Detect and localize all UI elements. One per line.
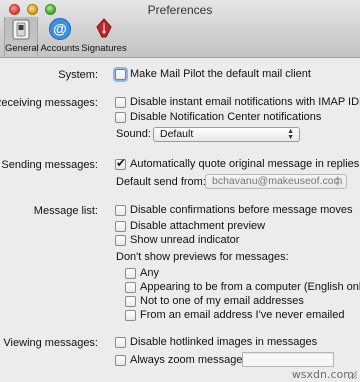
default-client-check[interactable] (115, 68, 126, 80)
disable-confirmations-label: Disable confirmations before message mov… (130, 204, 353, 216)
show-unread-check[interactable] (115, 234, 126, 246)
popup-arrows-icon: ▲ ▼ (287, 128, 294, 141)
zoom-input[interactable] (242, 352, 334, 367)
disable-confirmations-checkbox[interactable]: Disable confirmations before message mov… (115, 204, 353, 216)
svg-text:@: @ (53, 21, 67, 37)
default-send-value: bchavanu@makeuseof.com (212, 175, 343, 187)
show-unread-label: Show unread indicator (130, 234, 240, 246)
receiving-label: Receiving messages: (0, 97, 98, 109)
preview-any-label: Any (140, 267, 159, 279)
default-client-checkbox[interactable]: Make Mail Pilot the default mail client (115, 68, 311, 80)
notification-center-checkbox[interactable]: Disable Notification Center notification… (115, 111, 321, 123)
preview-not-mine-checkbox[interactable]: Not to one of my email addresses (125, 295, 304, 307)
disable-hotlinked-label: Disable hotlinked images in messages (130, 336, 318, 348)
disable-attachment-preview-label: Disable attachment preview (130, 220, 266, 232)
message-list-label: Message list: (33, 205, 98, 217)
always-zoom-label: Always zoom messages: (130, 354, 252, 366)
tab-general-label: General (5, 43, 39, 54)
sound-popup[interactable]: Default ▲ ▼ (153, 127, 300, 142)
default-send-popup[interactable]: bchavanu@makeuseof.com ▲ ▼ (205, 174, 347, 189)
disable-hotlinked-checkbox[interactable]: Disable hotlinked images in messages (115, 336, 317, 348)
pen-nib-icon (96, 18, 112, 38)
preview-computer-label: Appearing to be from a computer (English… (140, 281, 360, 293)
window-title: Preferences (147, 3, 213, 17)
general-switch-icon (12, 19, 30, 40)
preview-any-checkbox[interactable]: Any (125, 267, 159, 279)
disable-hotlinked-check[interactable] (115, 336, 126, 348)
quote-original-label: Automatically quote original message in … (130, 158, 360, 170)
quote-original-check[interactable] (115, 156, 126, 170)
viewing-label: Viewing messages: (3, 337, 98, 349)
sound-popup-value: Default (160, 128, 194, 140)
at-sign-icon: @ (49, 18, 71, 40)
preview-not-mine-check[interactable] (125, 295, 136, 307)
tab-general[interactable]: General (4, 17, 39, 56)
preview-any-check[interactable] (125, 267, 136, 279)
preview-never-emailed-label: From an email address I've never emailed (140, 309, 345, 321)
preview-never-emailed-checkbox[interactable]: From an email address I've never emailed (125, 309, 344, 321)
imap-idle-checkbox[interactable]: Disable instant email notifications with… (115, 96, 360, 108)
quote-original-checkbox[interactable]: Automatically quote original message in … (115, 156, 360, 170)
tab-signatures[interactable]: Signatures (81, 17, 127, 56)
sending-label: Sending messages: (1, 159, 98, 171)
preview-computer-check[interactable] (125, 281, 136, 293)
disable-attachment-preview-check[interactable] (115, 220, 126, 232)
preferences-window: Preferences General @ Accounts Signature… (0, 0, 360, 382)
notification-center-check[interactable] (115, 111, 126, 123)
imap-idle-check[interactable] (115, 96, 126, 108)
preview-not-mine-label: Not to one of my email addresses (140, 295, 304, 307)
watermark: wsxdn.com (291, 368, 354, 381)
imap-idle-label: Disable instant email notifications with… (130, 96, 360, 108)
previews-heading: Don't show previews for messages: (116, 251, 289, 263)
default-send-label: Default send from: (116, 176, 206, 188)
disable-attachment-preview-checkbox[interactable]: Disable attachment preview (115, 220, 265, 232)
preview-never-emailed-check[interactable] (125, 309, 136, 321)
title-bar: Preferences General @ Accounts Signature… (0, 0, 360, 58)
system-label: System: (58, 69, 98, 81)
sound-label: Sound: (116, 128, 151, 140)
disable-confirmations-check[interactable] (115, 204, 126, 216)
default-client-label: Make Mail Pilot the default mail client (130, 68, 311, 80)
always-zoom-checkbox[interactable]: Always zoom messages: (115, 354, 251, 366)
tab-accounts-label: Accounts (40, 43, 80, 54)
show-unread-checkbox[interactable]: Show unread indicator (115, 234, 239, 246)
popup-arrows-icon: ▲ ▼ (334, 175, 341, 188)
tab-accounts[interactable]: @ Accounts (40, 17, 80, 56)
notification-center-label: Disable Notification Center notification… (130, 111, 322, 123)
always-zoom-check[interactable] (115, 354, 126, 366)
tab-signatures-label: Signatures (81, 43, 127, 54)
preview-computer-checkbox[interactable]: Appearing to be from a computer (English… (125, 281, 360, 293)
